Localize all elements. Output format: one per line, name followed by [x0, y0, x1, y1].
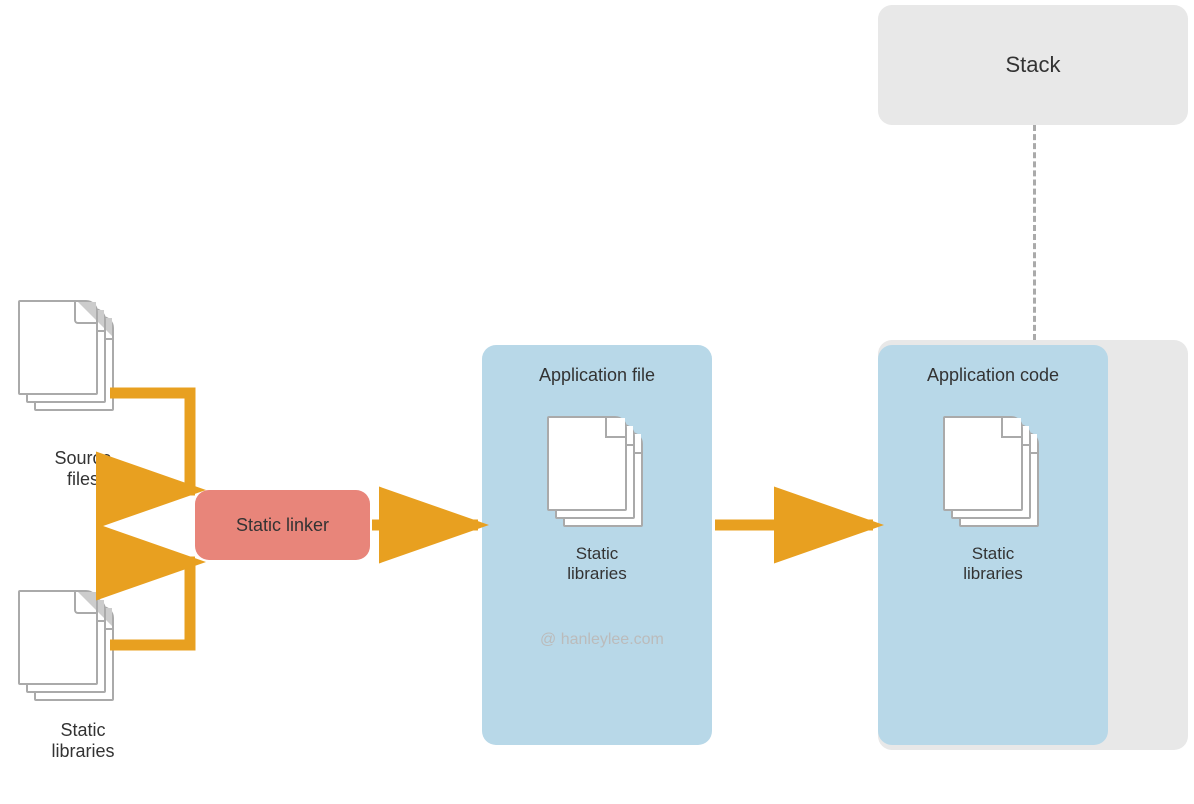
- arrows-svg: [0, 0, 1194, 804]
- arrow-static-to-linker: [110, 562, 195, 645]
- diagram-container: Stack Heap Sourcefiles Staticlibraries S…: [0, 0, 1194, 804]
- arrow-source-to-linker: [110, 393, 195, 490]
